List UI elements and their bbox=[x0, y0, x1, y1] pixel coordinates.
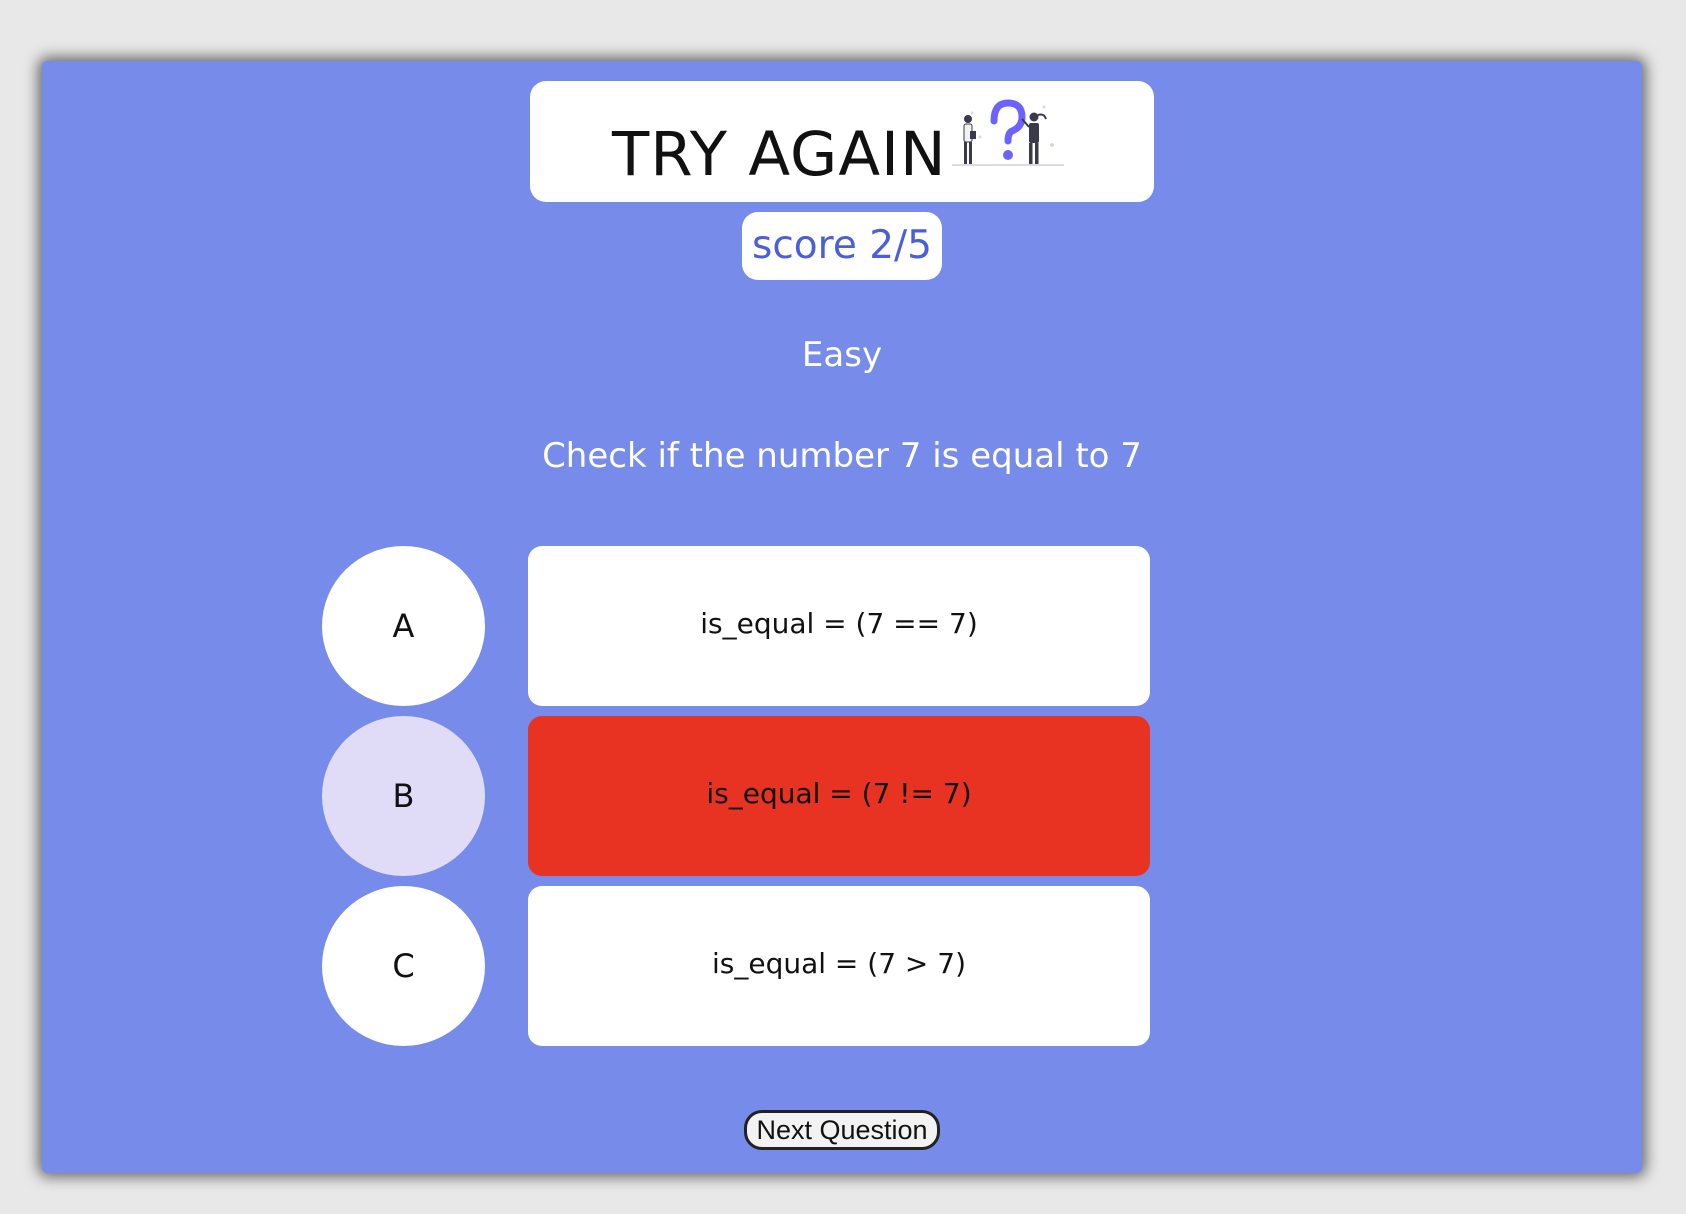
option-c-letter[interactable]: C bbox=[322, 886, 485, 1046]
score-badge: score 2/5 bbox=[742, 212, 942, 280]
option-row-c: C is_equal = (7 > 7) bbox=[42, 886, 1642, 1046]
option-b-answer[interactable]: is_equal = (7 != 7) bbox=[528, 716, 1150, 876]
option-row-b: B is_equal = (7 != 7) bbox=[42, 716, 1642, 876]
option-a-answer[interactable]: is_equal = (7 == 7) bbox=[528, 546, 1150, 706]
result-title: TRY AGAIN bbox=[612, 119, 947, 190]
next-question-button[interactable]: Next Question bbox=[744, 1110, 940, 1150]
option-c-answer[interactable]: is_equal = (7 > 7) bbox=[528, 886, 1150, 1046]
option-row-a: A is_equal = (7 == 7) bbox=[42, 546, 1642, 706]
question-mark-people-illustration-icon bbox=[952, 99, 1064, 166]
option-b-letter[interactable]: B bbox=[322, 716, 485, 876]
question-text: Check if the number 7 is equal to 7 bbox=[542, 436, 1142, 476]
result-title-card: TRY AGAIN bbox=[530, 81, 1154, 202]
difficulty-label: Easy bbox=[801, 335, 883, 375]
option-a-letter[interactable]: A bbox=[322, 546, 485, 706]
quiz-app: TRY AGAIN score 2/5 Easy Check if the nu… bbox=[42, 61, 1642, 1173]
